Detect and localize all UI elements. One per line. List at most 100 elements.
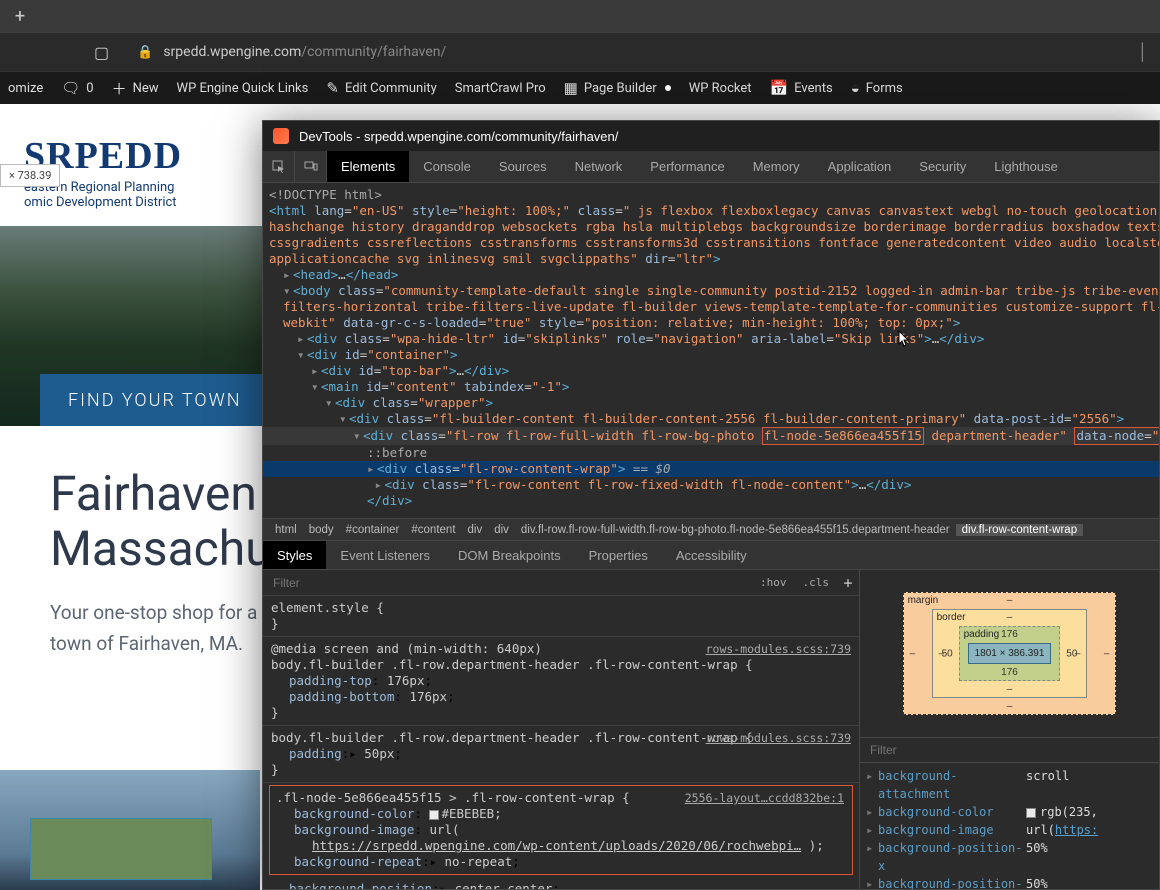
wp-comments[interactable]: 🗨0 xyxy=(61,79,93,97)
inspect-icon[interactable] xyxy=(263,151,295,182)
elements-breadcrumb[interactable]: html body #container #content div div di… xyxy=(263,518,1159,540)
hov-toggle[interactable]: :hov xyxy=(752,575,795,591)
bm-margin-label: margin xyxy=(908,595,939,606)
tab-network[interactable]: Network xyxy=(561,151,637,182)
bm-content: 1801 × 386.391 xyxy=(968,643,1052,664)
browser-tab-strip: + xyxy=(0,0,1160,33)
tab-elements[interactable]: Elements xyxy=(327,151,409,182)
tab-security[interactable]: Security xyxy=(905,151,980,182)
style-rule-3[interactable]: .fl-node-5e866ea455f15 > .fl-row-content… xyxy=(269,785,853,875)
tab-memory[interactable]: Memory xyxy=(739,151,814,182)
dom-doctype[interactable]: <!DOCTYPE html> xyxy=(263,187,1159,203)
devtools-tabs: Elements Console Sources Network Perform… xyxy=(263,151,1159,183)
crumb-body[interactable]: body xyxy=(303,524,340,536)
computed-filter-input[interactable] xyxy=(860,743,1159,757)
wp-customize[interactable]: omize xyxy=(8,81,43,96)
box-model[interactable]: margin – – – – border – – – – padding 17… xyxy=(860,570,1159,737)
tab-dom-breakpoints[interactable]: DOM Breakpoints xyxy=(444,541,575,569)
dom-container[interactable]: ▾<div id="container"> xyxy=(263,347,1159,363)
wp-events[interactable]: 📅Events xyxy=(770,79,833,97)
styles-toolbar: :hov .cls + xyxy=(263,570,859,596)
url-host: srpedd.wpengine.com xyxy=(163,44,301,60)
pencil-icon: ✎ xyxy=(326,79,339,97)
url-display[interactable]: srpedd.wpengine.com/community/fairhaven/ xyxy=(163,44,446,60)
tab-performance[interactable]: Performance xyxy=(636,151,738,182)
bookmark-icon[interactable]: ▢ xyxy=(94,43,109,62)
dom-close[interactable]: </div> xyxy=(263,493,1159,509)
dom-topbar[interactable]: ▸<div id="top-bar">…</div> xyxy=(263,363,1159,379)
tab-console[interactable]: Console xyxy=(409,151,485,182)
url-bar-end: │ xyxy=(1138,42,1148,62)
new-tab-button[interactable]: + xyxy=(8,5,32,29)
tab-sources[interactable]: Sources xyxy=(485,151,561,182)
crumb-html[interactable]: html xyxy=(269,524,303,536)
source-link[interactable]: rows-modules.scss:739 xyxy=(706,641,851,657)
forms-icon: ◒ xyxy=(851,79,860,97)
wp-quicklinks[interactable]: WP Engine Quick Links xyxy=(177,81,309,96)
dom-dept-header[interactable]: ▾<div class="fl-row fl-row-full-width fl… xyxy=(263,427,1159,445)
tab-properties[interactable]: Properties xyxy=(575,541,662,569)
source-link[interactable]: rows-modules.scss:739 xyxy=(706,730,851,746)
tab-accessibility[interactable]: Accessibility xyxy=(662,541,761,569)
crumb-div2[interactable]: div xyxy=(488,524,515,536)
wp-smartcrawl[interactable]: SmartCrawl Pro xyxy=(455,81,546,96)
wp-admin-bar: omize 🗨0 ＋New WP Engine Quick Links ✎Edi… xyxy=(0,71,1160,104)
tab-application[interactable]: Application xyxy=(814,151,906,182)
wp-forms[interactable]: ◒Forms xyxy=(851,79,903,97)
mouse-cursor-icon xyxy=(898,330,912,348)
wp-rocket[interactable]: WP Rocket xyxy=(689,81,752,96)
wp-edit[interactable]: ✎Edit Community xyxy=(326,79,436,97)
pagebuilder-icon: ▦ xyxy=(564,79,578,97)
dom-wrapper[interactable]: ▾<div class="wrapper"> xyxy=(263,395,1159,411)
style-rule-3-cont[interactable]: background-position:▸ center center; bac… xyxy=(263,877,859,889)
tab-styles[interactable]: Styles xyxy=(263,541,326,569)
dom-selected-row[interactable]: ▸<div class="fl-row-content-wrap"> == $0 xyxy=(263,461,1159,477)
plus-icon: ＋ xyxy=(112,78,127,99)
style-element[interactable]: element.style { } xyxy=(263,596,859,637)
wp-new[interactable]: ＋New xyxy=(112,78,159,99)
computed-list[interactable]: ▸background-attachmentscroll ▸background… xyxy=(860,763,1159,889)
style-rule-2[interactable]: body.fl-builder .fl-row.department-heade… xyxy=(263,726,859,783)
devtools-titlebar[interactable]: DevTools - srpedd.wpengine.com/community… xyxy=(263,121,1159,151)
crumb-row[interactable]: div.fl-row.fl-row-full-width.fl-row-bg-p… xyxy=(515,524,956,536)
device-icon[interactable] xyxy=(295,151,327,182)
dom-main[interactable]: ▾<main id="content" tabindex="-1"> xyxy=(263,379,1159,395)
styles-column[interactable]: :hov .cls + element.style { } @media scr… xyxy=(263,570,859,889)
tab-event-listeners[interactable]: Event Listeners xyxy=(326,541,444,569)
comp-row[interactable]: ▸background-attachmentscroll xyxy=(860,767,1159,803)
crumb-div1[interactable]: div xyxy=(462,524,489,536)
computed-filter-bar xyxy=(860,737,1159,763)
bm-border-label: border xyxy=(937,612,966,623)
comment-icon: 🗨 xyxy=(61,79,80,97)
lock-icon[interactable]: 🔒 xyxy=(137,45,153,60)
comp-row[interactable]: ▸background-imageurl(https: xyxy=(860,821,1159,839)
comp-row[interactable]: ▸background-position-y50% xyxy=(860,875,1159,889)
new-rule-button[interactable]: + xyxy=(837,575,859,591)
style-rule-1[interactable]: @media screen and (min-width: 640px) row… xyxy=(263,637,859,726)
crumb-content[interactable]: #content xyxy=(405,524,461,536)
dom-html[interactable]: <html lang="en-US" style="height: 100%;"… xyxy=(263,203,1159,219)
dom-head[interactable]: ▸<head>…</head> xyxy=(263,267,1159,283)
dom-html-cont3: applicationcache svg inlinesvg smil svgc… xyxy=(263,251,1159,267)
styles-filter-input[interactable] xyxy=(263,576,752,590)
comp-row[interactable]: ▸background-colorrgb(235, xyxy=(860,803,1159,821)
cls-toggle[interactable]: .cls xyxy=(795,575,838,591)
color-swatch[interactable] xyxy=(429,810,439,820)
comp-row[interactable]: ▸background-position-x50% xyxy=(860,839,1159,875)
dom-body-cont: filters-horizontal tribe-filters-live-up… xyxy=(263,299,1159,315)
styles-lower: :hov .cls + element.style { } @media scr… xyxy=(263,570,1159,889)
calendar-icon: 📅 xyxy=(770,79,789,97)
dom-body[interactable]: ▾<body class="community-template-default… xyxy=(263,283,1159,299)
dom-before[interactable]: ::before xyxy=(263,445,1159,461)
dom-html-cont2: cssgradients cssreflections csstransform… xyxy=(263,235,1159,251)
elements-panel[interactable]: <!DOCTYPE html> <html lang="en-US" style… xyxy=(263,183,1159,518)
wp-pagebuilder[interactable]: ▦Page Builder xyxy=(564,79,671,97)
crumb-wrap[interactable]: div.fl-row-content-wrap xyxy=(956,524,1083,536)
tab-lighthouse[interactable]: Lighthouse xyxy=(980,151,1072,182)
browser-url-bar: ▢ 🔒 srpedd.wpengine.com/community/fairha… xyxy=(0,33,1160,71)
crumb-container[interactable]: #container xyxy=(340,524,406,536)
source-link[interactable]: 2556-layout…ccdd832be:1 xyxy=(685,790,844,806)
dom-skiplinks[interactable]: ▸<div class="wpa-hide-ltr" id="skiplinks… xyxy=(263,331,1159,347)
dom-row-content[interactable]: ▸<div class="fl-row-content fl-row-fixed… xyxy=(263,477,1159,493)
dom-flbuilder[interactable]: ▾<div class="fl-builder-content fl-build… xyxy=(263,411,1159,427)
